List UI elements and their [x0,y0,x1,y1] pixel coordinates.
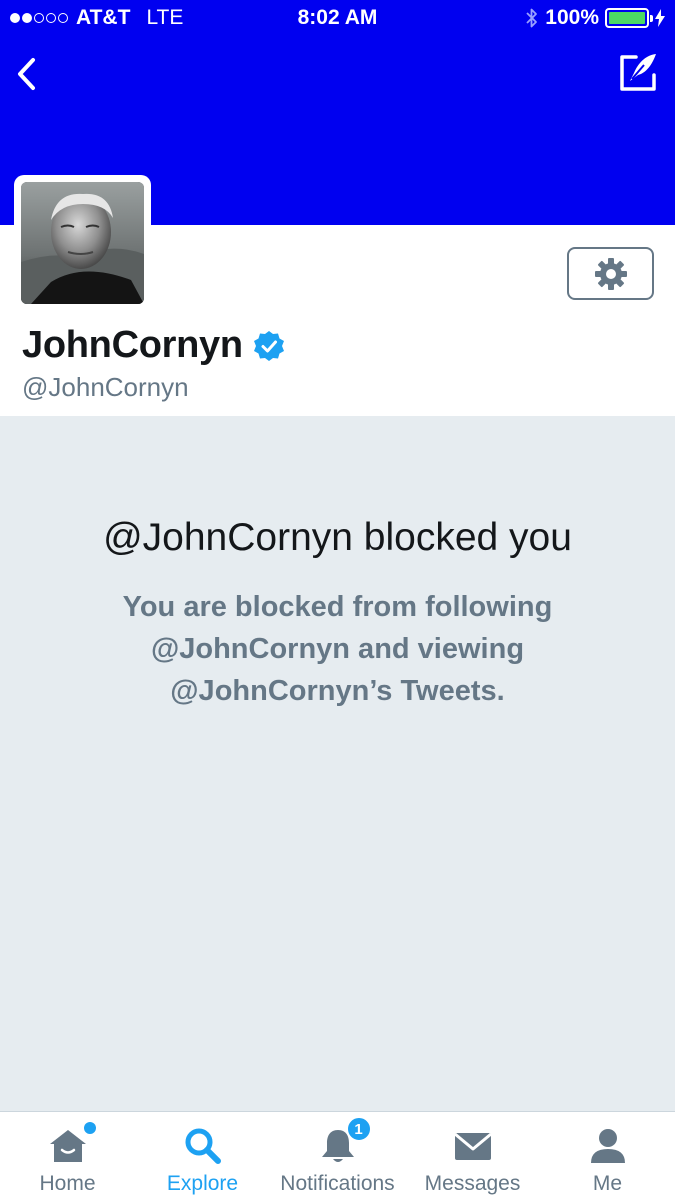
tab-explore[interactable]: Explore [135,1112,270,1200]
battery-icon [605,8,653,28]
status-right: 100% [525,6,665,30]
battery-level [609,12,645,24]
verified-badge-icon [253,330,284,361]
tab-home[interactable]: Home [0,1112,135,1200]
home-new-indicator [83,1122,96,1134]
profile-name-row: JohnCornyn [22,324,285,367]
compose-tweet-icon [620,54,656,91]
back-button[interactable] [8,52,44,96]
blocked-message: You are blocked from following @JohnCorn… [122,591,553,707]
avatar[interactable] [14,175,151,311]
tab-label: Messages [424,1172,521,1195]
gear-icon [594,257,627,290]
notification-badge: 1 [345,1116,372,1142]
search-icon [181,1126,225,1166]
envelope-icon [451,1126,495,1166]
tab-messages[interactable]: Messages [405,1112,540,1200]
blocked-notice: @JohnCornyn blocked you You are blocked … [0,416,675,1111]
battery-percent: 100% [545,6,599,29]
profile-name: JohnCornyn [22,324,243,366]
tab-bar: Home Explore 1 Notifications Messages Me [0,1111,675,1200]
chevron-left-icon [18,58,35,90]
bell-icon: 1 [316,1116,372,1166]
tab-label: Explore [166,1172,239,1195]
avatar-photo [21,182,144,304]
tab-me[interactable]: Me [540,1112,675,1200]
compose-tweet-button[interactable] [615,50,661,96]
tab-label: Home [39,1172,96,1195]
profile-screen: AT&T LTE 8:02 AM 100% JohnCornyn @JohnCo… [0,0,675,1200]
tab-label: Me [592,1172,623,1195]
status-bar: AT&T LTE 8:02 AM 100% [0,0,675,38]
home-icon [46,1122,96,1166]
avatar-image [21,182,144,304]
charging-bolt-icon [655,9,665,27]
profile-handle: @JohnCornyn [22,372,189,402]
bluetooth-icon [526,8,538,28]
tab-label: Notifications [280,1172,395,1195]
blocked-title: @JohnCornyn blocked you [103,516,572,559]
tab-notifications[interactable]: 1 Notifications [270,1112,405,1200]
settings-button[interactable] [567,247,654,300]
person-icon [586,1126,630,1166]
